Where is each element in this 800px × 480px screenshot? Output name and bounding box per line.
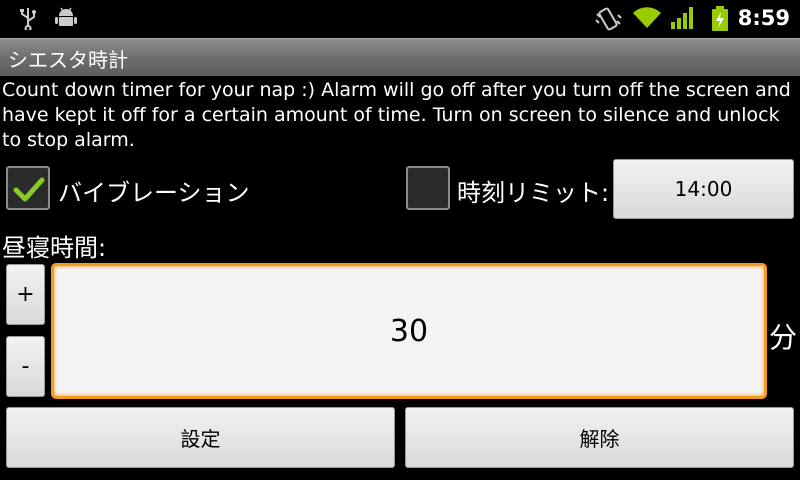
android-debug-icon <box>54 6 78 34</box>
time-limit-button[interactable]: 14:00 <box>613 159 794 219</box>
nap-duration-input[interactable]: 30 <box>51 263 767 399</box>
app-title: シエスタ時計 <box>8 48 128 72</box>
cancel-button[interactable]: 解除 <box>405 407 794 468</box>
increment-button[interactable]: + <box>6 264 45 325</box>
vibration-label: バイブレーション <box>58 179 250 207</box>
set-button[interactable]: 設定 <box>6 407 395 468</box>
clock: 8:59 <box>737 6 790 30</box>
decrement-button[interactable]: - <box>6 336 45 397</box>
status-bar: 8:59 <box>0 0 800 38</box>
app-description: Count down timer for your nap :) Alarm w… <box>2 79 791 151</box>
minutes-unit-label: 分 <box>769 321 798 354</box>
vibrate-icon <box>594 6 622 36</box>
time-limit-label: 時刻リミット: <box>457 179 610 207</box>
app-title-bar: シエスタ時計 <box>0 38 800 76</box>
usb-icon <box>18 6 38 34</box>
nap-duration-label: 昼寝時間: <box>2 234 107 262</box>
signal-icon <box>670 6 696 34</box>
wifi-icon <box>632 6 662 34</box>
battery-charging-icon <box>710 6 730 36</box>
time-limit-checkbox[interactable] <box>406 166 450 210</box>
vibration-checkbox[interactable] <box>6 166 50 210</box>
